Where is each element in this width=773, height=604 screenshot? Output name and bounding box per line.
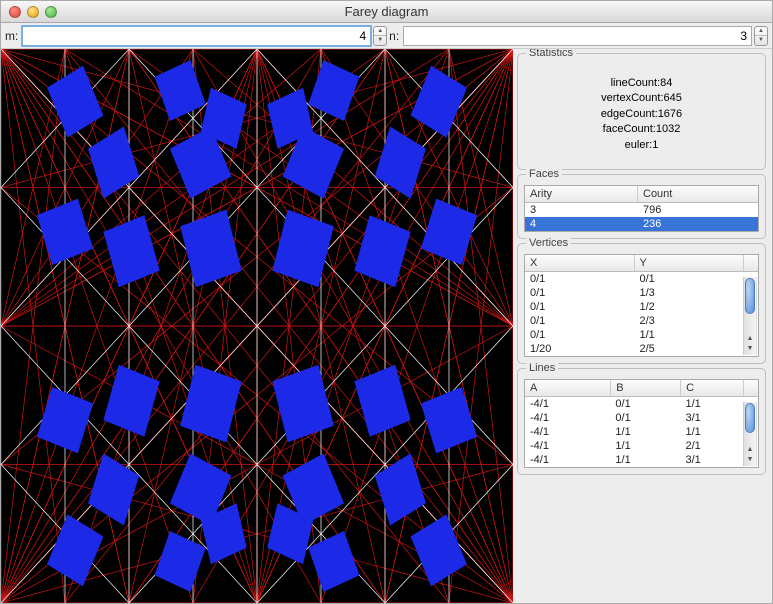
- content: Statistics lineCount:84 vertexCount:645 …: [1, 49, 772, 603]
- table-cell: 3: [525, 203, 638, 217]
- table-cell: 0/1: [525, 300, 635, 314]
- faces-legend: Faces: [526, 168, 562, 180]
- faces-header-count[interactable]: Count: [638, 186, 758, 202]
- vertices-header-y[interactable]: Y: [635, 255, 745, 271]
- table-cell: 2/5: [635, 342, 745, 356]
- vertices-legend: Vertices: [526, 237, 571, 249]
- table-cell: 2/1: [680, 439, 744, 453]
- statistics-legend: Statistics: [526, 49, 576, 59]
- table-cell: 1/3: [635, 286, 745, 300]
- table-cell: 1/2: [635, 300, 745, 314]
- app-window: Farey diagram m: ▲ ▼ n: ▲ ▼ Statistics: [0, 0, 773, 604]
- table-row[interactable]: 0/11/1: [525, 328, 744, 342]
- vertices-group: Vertices X Y 0/10/10/11/30/11/20/12/30/1…: [517, 243, 766, 364]
- table-row[interactable]: 0/11/3: [525, 286, 744, 300]
- table-cell: 3/1: [680, 411, 744, 425]
- table-cell: 3/1: [680, 453, 744, 467]
- table-row[interactable]: 0/12/3: [525, 314, 744, 328]
- table-cell: 236: [638, 217, 758, 231]
- zoom-icon[interactable]: [45, 6, 57, 18]
- m-label: m:: [5, 29, 18, 43]
- chevron-up-icon[interactable]: ▲: [374, 27, 386, 37]
- table-cell: 2/3: [635, 314, 745, 328]
- table-cell: 0/1: [525, 286, 635, 300]
- lines-header-a[interactable]: A: [525, 380, 611, 396]
- lines-header-b[interactable]: B: [611, 380, 681, 396]
- chevron-up-icon[interactable]: ▲: [755, 27, 767, 37]
- statistics-group: Statistics lineCount:84 vertexCount:645 …: [517, 53, 766, 170]
- m-input[interactable]: [22, 26, 371, 46]
- table-row[interactable]: -4/11/12/1: [525, 439, 744, 453]
- table-row[interactable]: 3796: [525, 203, 758, 217]
- table-cell: 0/1: [525, 272, 635, 286]
- table-cell: 0/1: [610, 397, 680, 411]
- faces-group: Faces Arity Count 37964236: [517, 174, 766, 239]
- chevron-up-icon[interactable]: ▲: [744, 334, 756, 344]
- faces-table[interactable]: Arity Count 37964236: [524, 185, 759, 232]
- table-row[interactable]: 4236: [525, 217, 758, 231]
- table-cell: 0/1: [525, 314, 635, 328]
- window-title: Farey diagram: [1, 4, 772, 19]
- table-cell: 1/1: [610, 439, 680, 453]
- stat-euler: euler:1: [524, 138, 759, 153]
- lines-header-c[interactable]: C: [681, 380, 744, 396]
- table-row[interactable]: -4/11/11/1: [525, 425, 744, 439]
- lines-table[interactable]: A B C -4/10/11/1-4/10/13/1-4/11/11/1-4/1…: [524, 379, 759, 468]
- close-icon[interactable]: [9, 6, 21, 18]
- table-cell: 1/1: [680, 397, 744, 411]
- minimize-icon[interactable]: [27, 6, 39, 18]
- lines-scrollbar[interactable]: ▲ ▼: [743, 402, 757, 466]
- vertices-scrollbar[interactable]: ▲ ▼: [743, 277, 757, 355]
- scrollbar-thumb[interactable]: [745, 278, 755, 314]
- table-cell: -4/1: [525, 425, 610, 439]
- titlebar[interactable]: Farey diagram: [1, 1, 772, 23]
- table-cell: 0/1: [525, 328, 635, 342]
- input-bar: m: ▲ ▼ n: ▲ ▼: [1, 23, 772, 49]
- stat-edgecount: edgeCount:1676: [524, 107, 759, 122]
- lines-legend: Lines: [526, 362, 558, 374]
- stat-vertexcount: vertexCount:645: [524, 91, 759, 106]
- table-cell: 796: [638, 203, 758, 217]
- table-cell: -4/1: [525, 411, 610, 425]
- table-row[interactable]: 0/10/1: [525, 272, 744, 286]
- chevron-down-icon[interactable]: ▼: [744, 344, 756, 354]
- table-cell: -4/1: [525, 397, 610, 411]
- table-cell: 1/20: [525, 342, 635, 356]
- table-cell: 1/1: [610, 425, 680, 439]
- chevron-down-icon[interactable]: ▼: [374, 36, 386, 45]
- vertices-header-x[interactable]: X: [525, 255, 635, 271]
- farey-canvas[interactable]: [1, 49, 513, 603]
- table-row[interactable]: 0/11/2: [525, 300, 744, 314]
- n-label: n:: [389, 29, 399, 43]
- table-cell: 0/1: [635, 272, 745, 286]
- table-cell: 1/1: [680, 425, 744, 439]
- table-row[interactable]: -4/10/11/1: [525, 397, 744, 411]
- stat-facecount: faceCount:1032: [524, 122, 759, 137]
- vertices-header-scroll: [744, 255, 758, 271]
- n-input[interactable]: [403, 26, 752, 46]
- chevron-up-icon[interactable]: ▲: [744, 445, 756, 455]
- n-stepper[interactable]: ▲ ▼: [754, 26, 768, 46]
- table-cell: -4/1: [525, 439, 610, 453]
- table-cell: -4/1: [525, 453, 610, 467]
- stat-linecount: lineCount:84: [524, 76, 759, 91]
- chevron-down-icon[interactable]: ▼: [755, 36, 767, 45]
- table-cell: 4: [525, 217, 638, 231]
- table-row[interactable]: -4/10/13/1: [525, 411, 744, 425]
- table-cell: 1/1: [635, 328, 745, 342]
- m-stepper[interactable]: ▲ ▼: [373, 26, 387, 46]
- table-cell: 1/1: [610, 453, 680, 467]
- table-cell: 0/1: [610, 411, 680, 425]
- scrollbar-thumb[interactable]: [745, 403, 755, 433]
- table-row[interactable]: -4/11/13/1: [525, 453, 744, 467]
- chevron-down-icon[interactable]: ▼: [744, 455, 756, 465]
- lines-group: Lines A B C -4/10/11/1-4/10/13/1-4/11/11…: [517, 368, 766, 475]
- table-row[interactable]: 1/202/5: [525, 342, 744, 356]
- lines-header-scroll: [744, 380, 758, 396]
- vertices-table[interactable]: X Y 0/10/10/11/30/11/20/12/30/11/11/202/…: [524, 254, 759, 357]
- faces-header-arity[interactable]: Arity: [525, 186, 638, 202]
- right-panel: Statistics lineCount:84 vertexCount:645 …: [513, 49, 772, 603]
